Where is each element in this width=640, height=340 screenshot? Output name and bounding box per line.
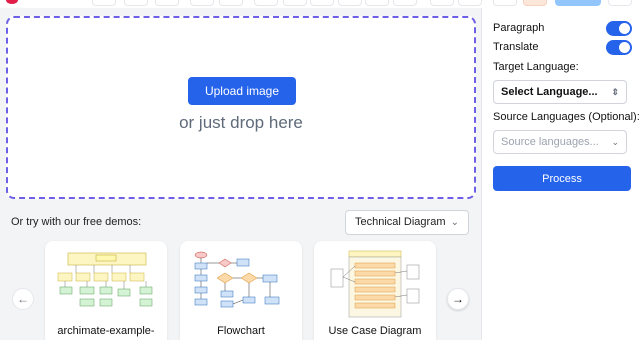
demo-card-flowchart[interactable]: Flowchart <box>180 241 302 340</box>
carousel-next-button[interactable]: → <box>447 288 469 310</box>
translate-label: Translate <box>493 41 539 53</box>
source-languages-placeholder: Source languages... <box>501 136 599 148</box>
source-languages-label: Source Languages (Optional): <box>493 111 640 123</box>
demo-card-use-case[interactable]: Use Case Diagram <box>314 241 436 340</box>
archimate-diagram-thumbnail <box>57 252 153 307</box>
toolbar-button[interactable] <box>523 0 547 6</box>
toolbar-button[interactable] <box>393 0 417 6</box>
toolbar-button[interactable] <box>155 0 179 6</box>
process-button[interactable]: Process <box>493 166 631 191</box>
arrow-left-icon: ← <box>17 292 29 306</box>
toolbar-button[interactable] <box>365 0 389 6</box>
toolbar-button[interactable] <box>283 0 307 6</box>
main-panel: Upload image or just drop here Or try wi… <box>0 8 481 340</box>
toolbar-button[interactable] <box>338 0 362 6</box>
paragraph-toggle[interactable] <box>606 21 632 36</box>
settings-panel: Paragraph Translate Target Language: Sel… <box>481 8 640 340</box>
toolbar-primary-button[interactable] <box>555 0 601 6</box>
chevron-down-icon: ⌄ <box>450 217 459 228</box>
carousel-prev-button[interactable]: ← <box>12 288 34 310</box>
chevron-down-icon: ⌄ <box>611 137 619 147</box>
toolbar-button[interactable] <box>310 0 334 6</box>
chevron-up-down-icon: ⇕ <box>611 87 619 97</box>
demo-card-label: Flowchart <box>217 325 265 337</box>
translate-toggle[interactable] <box>606 40 632 55</box>
demo-card-label: Use Case Diagram <box>328 325 422 337</box>
target-language-label: Target Language: <box>493 61 579 73</box>
source-languages-input[interactable]: Source languages... ⌄ <box>493 130 627 154</box>
toolbar-button[interactable] <box>124 0 148 6</box>
app-logo <box>6 0 18 4</box>
demo-category-select[interactable]: Technical Diagram ⌄ <box>345 210 469 235</box>
arrow-right-icon: → <box>452 292 464 306</box>
toolbar-button[interactable] <box>458 0 482 6</box>
drop-hint: or just drop here <box>179 113 303 132</box>
toolbar-button[interactable] <box>608 0 632 6</box>
upload-image-button[interactable]: Upload image <box>188 77 296 105</box>
toolbar-button[interactable] <box>219 0 243 6</box>
toolbar-button[interactable] <box>190 0 214 6</box>
demo-card-archimate[interactable]: archimate-example- <box>45 241 167 340</box>
demo-category-value: Technical Diagram <box>355 216 446 228</box>
target-language-select[interactable]: Select Language... ⇕ <box>493 80 627 104</box>
flowchart-thumbnail <box>194 251 280 308</box>
paragraph-label: Paragraph <box>493 22 545 34</box>
image-dropzone[interactable]: Upload image or just drop here <box>6 16 476 199</box>
toolbar-button[interactable] <box>92 0 116 6</box>
toolbar-button[interactable] <box>430 0 454 6</box>
use-case-diagram-thumbnail <box>330 250 420 318</box>
toolbar-button[interactable] <box>254 0 278 6</box>
demos-label: Or try with our free demos: <box>11 216 142 228</box>
demo-card-label: archimate-example- <box>57 325 155 337</box>
top-toolbar <box>0 0 640 8</box>
toolbar-button[interactable] <box>493 0 517 6</box>
target-language-value: Select Language... <box>501 86 598 98</box>
